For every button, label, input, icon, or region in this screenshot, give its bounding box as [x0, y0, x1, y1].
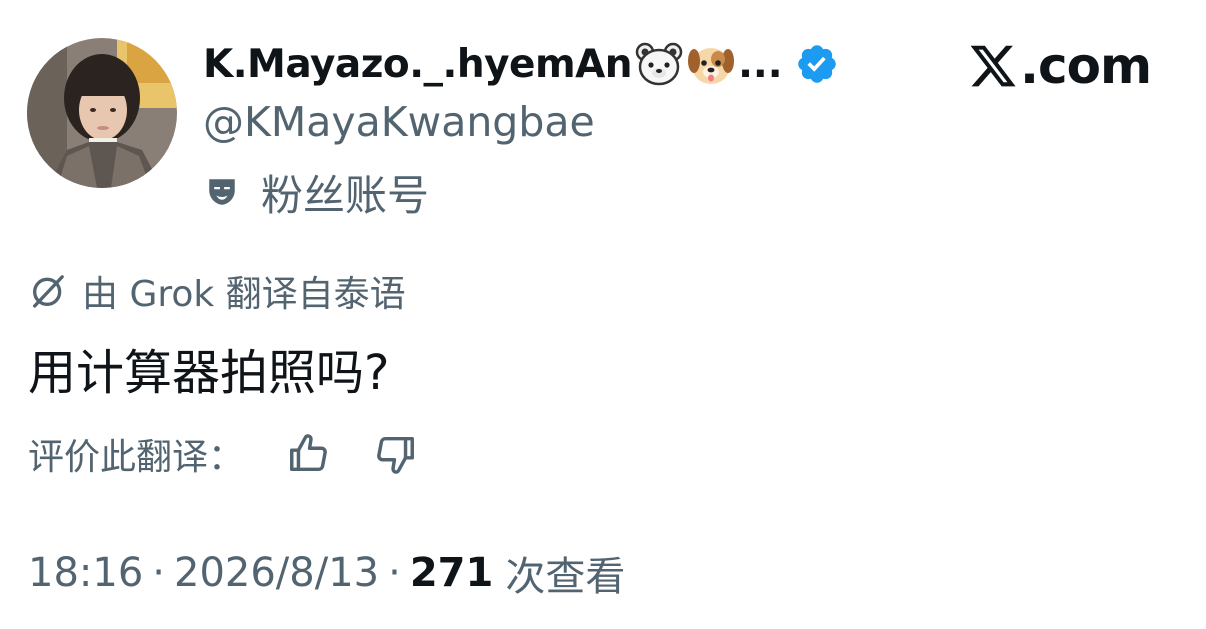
grok-icon — [33, 275, 64, 308]
verified-badge-icon[interactable] — [795, 42, 839, 86]
rate-translation-row: 评价此翻译： — [28, 424, 420, 484]
thumbs-up-icon — [290, 434, 327, 472]
name-ellipsis: ... — [738, 41, 783, 87]
tweet-date[interactable]: 2026/8/13 — [174, 550, 379, 596]
display-name[interactable]: K.Mayazo._.hyemAn — [203, 42, 633, 87]
theater-mask-icon — [209, 179, 235, 205]
display-name-row[interactable]: K.Mayazo._.hyemAn ... — [203, 38, 839, 90]
x-logo-icon — [970, 45, 1016, 87]
polar-bear-emoji-icon — [634, 39, 684, 89]
views-count: 271 — [409, 550, 494, 596]
meta-separator: · — [152, 550, 165, 596]
account-label-text: 粉丝账号 — [261, 170, 430, 220]
avatar[interactable] — [27, 38, 177, 188]
translation-notice: 由 Grok 翻译自泰语 — [28, 263, 406, 319]
thumbs-down-button[interactable] — [370, 429, 420, 479]
thumbs-down-icon — [377, 436, 414, 474]
account-label-row: 粉丝账号 — [205, 162, 429, 222]
tweet-time[interactable]: 18:16 — [28, 550, 143, 596]
views-label: 次查看 — [505, 554, 626, 600]
dog-face-emoji-icon — [686, 39, 736, 89]
brand-text: .com — [1020, 37, 1152, 95]
translation-label: 由 Grok 翻译自泰语 — [82, 274, 406, 315]
user-handle[interactable]: @KMayaKwangbae — [203, 98, 595, 146]
avatar-photo — [27, 38, 177, 188]
tweet-meta: 18:16 · 2026/8/13 · 271 次查看 — [28, 545, 625, 601]
thumbs-up-button[interactable] — [284, 429, 334, 479]
brand-logo: .com — [968, 36, 1152, 96]
tweet-text: 用计算器拍照吗? — [28, 345, 390, 401]
meta-separator: · — [388, 550, 401, 596]
rate-translation-label: 评价此翻译： — [28, 437, 245, 478]
